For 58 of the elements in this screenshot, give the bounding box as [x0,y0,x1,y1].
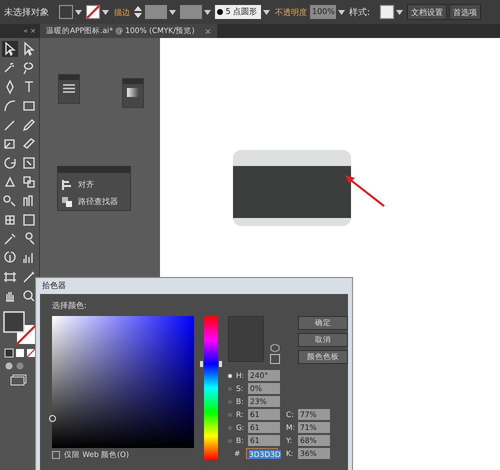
color-mode-icon[interactable] [2,348,36,358]
dialog-title: 拾色器 [41,280,67,292]
dropdown-arrow-icon[interactable] [75,10,82,14]
panel-item[interactable]: 路径查找器 [62,196,126,207]
style-swatch[interactable] [380,5,394,19]
align-icon [62,180,72,190]
collapsed-panel[interactable] [58,74,80,104]
stepper-icon[interactable] [133,5,143,19]
brush-dot-icon [217,8,223,15]
tool-icon[interactable] [21,174,37,190]
tool-icon[interactable] [21,288,37,304]
control-label: 未选择对象 [4,6,49,18]
panel-link[interactable]: 描边 [114,6,130,18]
tool-icon[interactable] [2,155,18,171]
dropdown-arrow-icon[interactable] [169,10,176,14]
brush-dropdown[interactable]: 5 点圆形 [215,5,261,19]
checkbox[interactable] [52,450,60,458]
collapsed-panel[interactable] [122,78,144,108]
prompt-label: 选择颜色: [52,300,88,311]
toolbar-button[interactable]: 文档设置 [407,4,448,20]
dropdown-arrow-icon[interactable] [396,10,404,14]
fill-swatch[interactable] [59,5,73,19]
color-field[interactable] [52,316,194,448]
stroke-swatch[interactable] [86,5,100,19]
picker-circle[interactable] [49,415,56,422]
dropdown-arrow-icon[interactable] [338,10,345,14]
pointer-arrow [344,174,386,208]
input-field[interactable]: 100% [310,5,336,19]
panel-link[interactable]: 不透明度 [275,6,307,18]
radio-button[interactable] [228,374,232,378]
tool-icon[interactable] [21,117,37,133]
tool-icon[interactable] [2,269,18,285]
tool-icon[interactable] [2,193,18,209]
dropdown-arrow-icon[interactable] [204,10,211,14]
tool-icon[interactable] [2,98,18,114]
panel-item[interactable]: 对齐 [62,179,126,190]
panel-item-label: 对齐 [78,179,94,190]
tool-icon[interactable] [21,155,37,171]
panel-item-label: 路径查找器 [78,196,118,207]
gradient-icon [127,88,139,97]
dropdown-arrow-icon[interactable] [263,10,270,14]
screen-mode-icon[interactable] [10,374,30,386]
toolbar-button[interactable]: 首选项 [449,4,482,20]
web-color-swatch[interactable] [270,354,280,364]
cube-icon[interactable] [270,344,280,352]
hue-marker[interactable] [200,360,222,367]
color-preview [228,316,264,362]
input-field[interactable] [145,5,167,19]
input-field[interactable] [180,5,202,19]
dropdown-arrow-icon[interactable] [102,10,109,14]
list-icon [63,84,75,93]
control-label: 样式: [349,6,370,18]
tool-icon[interactable] [2,231,18,247]
tool-icon[interactable] [21,269,37,285]
tool-icon[interactable] [2,41,18,57]
tab-close-button[interactable]: × [204,26,212,36]
pathfinder-icon [62,196,72,206]
tool-icon[interactable] [21,212,37,228]
